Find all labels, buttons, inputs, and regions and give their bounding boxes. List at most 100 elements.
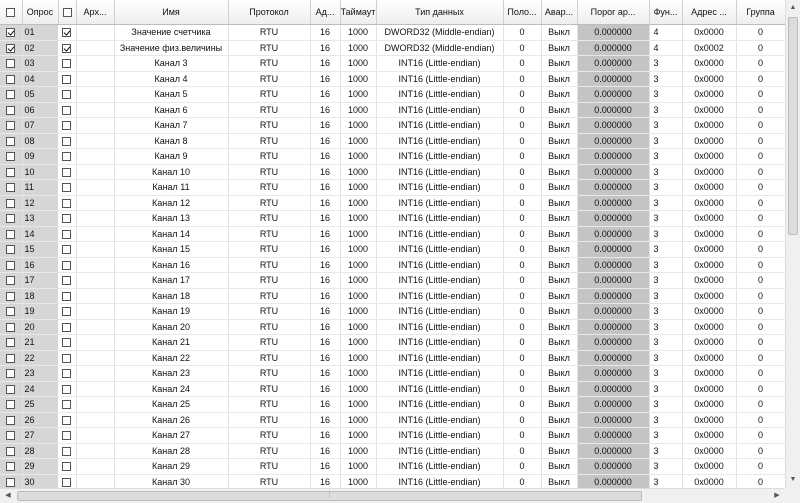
cell-threshold[interactable]: 0.000000 — [577, 241, 650, 258]
cell-group[interactable]: 0 — [736, 334, 785, 351]
cell-threshold[interactable]: 0.000000 — [577, 474, 650, 488]
cell-protocol[interactable]: RTU — [228, 272, 311, 289]
arrow-left-icon[interactable]: ◀ — [0, 489, 16, 503]
cell-archive-checkbox[interactable] — [58, 148, 77, 165]
archive-checkbox[interactable] — [62, 198, 72, 208]
cell-regaddr[interactable]: 0x0000 — [682, 71, 737, 87]
cell-alarm[interactable]: Выкл — [541, 164, 578, 180]
cell-function[interactable]: 3 — [649, 427, 683, 444]
cell-function[interactable]: 3 — [649, 195, 683, 211]
cell-archive-checkbox[interactable] — [58, 412, 77, 428]
cell-archive-checkbox[interactable] — [58, 117, 77, 134]
cell-threshold[interactable]: 0.000000 — [577, 288, 650, 304]
cell-timeout[interactable]: 1000 — [340, 396, 377, 413]
cell-protocol[interactable]: RTU — [228, 164, 311, 180]
cell-datatype[interactable]: INT16 (Little-endian) — [376, 381, 504, 397]
table-row[interactable]: 18 Канал 18 RTU 16 1000 INT16 (Little-endian)… — [0, 288, 785, 304]
archive-checkbox[interactable] — [62, 291, 72, 301]
poll-checkbox[interactable] — [6, 167, 16, 177]
cell-name[interactable]: Канал 28 — [114, 443, 229, 459]
cell-threshold[interactable]: 0.000000 — [577, 195, 650, 211]
cell-group[interactable]: 0 — [736, 319, 785, 335]
poll-checkbox[interactable] — [6, 90, 16, 100]
cell-threshold[interactable]: 0.000000 — [577, 24, 650, 41]
archive-checkbox[interactable] — [62, 431, 72, 441]
cell-threshold[interactable]: 0.000000 — [577, 40, 650, 56]
cell-address[interactable]: 16 — [310, 443, 341, 459]
cell-poll-checkbox[interactable] — [0, 427, 23, 444]
cell-position[interactable]: 0 — [503, 241, 542, 258]
cell-group[interactable]: 0 — [736, 55, 785, 72]
cell-group[interactable]: 0 — [736, 257, 785, 273]
cell-alarm[interactable]: Выкл — [541, 55, 578, 72]
cell-group[interactable]: 0 — [736, 24, 785, 41]
arrow-right-icon[interactable]: ▶ — [769, 489, 785, 503]
cell-name[interactable]: Канал 4 — [114, 71, 229, 87]
header-protocol[interactable]: Протокол — [228, 0, 311, 25]
cell-position[interactable]: 0 — [503, 71, 542, 87]
cell-threshold[interactable]: 0.000000 — [577, 86, 650, 103]
archive-checkbox[interactable] — [62, 400, 72, 410]
cell-timeout[interactable]: 1000 — [340, 210, 377, 227]
cell-archive-checkbox[interactable] — [58, 195, 77, 211]
poll-checkbox[interactable] — [6, 353, 16, 363]
cell-threshold[interactable]: 0.000000 — [577, 210, 650, 227]
cell-poll-checkbox[interactable] — [0, 179, 23, 196]
cell-function[interactable]: 3 — [649, 381, 683, 397]
cell-datatype[interactable]: INT16 (Little-endian) — [376, 133, 504, 149]
table-row[interactable]: 06 Канал 6 RTU 16 1000 INT16 (Little-endian) 0… — [0, 102, 785, 118]
poll-checkbox[interactable] — [6, 322, 16, 332]
cell-datatype[interactable]: INT16 (Little-endian) — [376, 164, 504, 180]
cell-threshold[interactable]: 0.000000 — [577, 179, 650, 196]
cell-address[interactable]: 16 — [310, 133, 341, 149]
cell-function[interactable]: 3 — [649, 148, 683, 165]
cell-timeout[interactable]: 1000 — [340, 350, 377, 366]
cell-alarm[interactable]: Выкл — [541, 350, 578, 366]
cell-regaddr[interactable]: 0x0000 — [682, 241, 737, 258]
cell-archive-checkbox[interactable] — [58, 86, 77, 103]
cell-address[interactable]: 16 — [310, 148, 341, 165]
poll-checkbox[interactable] — [6, 28, 16, 38]
header-regaddr[interactable]: Адрес ... — [682, 0, 737, 25]
cell-position[interactable]: 0 — [503, 210, 542, 227]
cell-function[interactable]: 3 — [649, 210, 683, 227]
cell-position[interactable]: 0 — [503, 272, 542, 289]
cell-datatype[interactable]: INT16 (Little-endian) — [376, 365, 504, 382]
cell-group[interactable]: 0 — [736, 474, 785, 488]
table-row[interactable]: 02 Значение физ.величины RTU 16 1000 DWORD32 … — [0, 40, 785, 56]
cell-protocol[interactable]: RTU — [228, 226, 311, 242]
cell-protocol[interactable]: RTU — [228, 195, 311, 211]
cell-name[interactable]: Канал 19 — [114, 303, 229, 320]
cell-position[interactable]: 0 — [503, 474, 542, 488]
cell-alarm[interactable]: Выкл — [541, 195, 578, 211]
cell-regaddr[interactable]: 0x0000 — [682, 381, 737, 397]
cell-threshold[interactable]: 0.000000 — [577, 164, 650, 180]
archive-checkbox[interactable] — [62, 121, 72, 131]
cell-timeout[interactable]: 1000 — [340, 257, 377, 273]
cell-datatype[interactable]: INT16 (Little-endian) — [376, 210, 504, 227]
cell-function[interactable]: 3 — [649, 55, 683, 72]
cell-protocol[interactable]: RTU — [228, 71, 311, 87]
cell-address[interactable]: 16 — [310, 412, 341, 428]
cell-regaddr[interactable]: 0x0000 — [682, 86, 737, 103]
cell-regaddr[interactable]: 0x0000 — [682, 412, 737, 428]
cell-function[interactable]: 3 — [649, 319, 683, 335]
cell-datatype[interactable]: INT16 (Little-endian) — [376, 179, 504, 196]
cell-threshold[interactable]: 0.000000 — [577, 381, 650, 397]
header-group[interactable]: Группа — [736, 0, 785, 25]
cell-group[interactable]: 0 — [736, 117, 785, 134]
poll-checkbox[interactable] — [6, 105, 16, 115]
cell-address[interactable]: 16 — [310, 164, 341, 180]
cell-group[interactable]: 0 — [736, 195, 785, 211]
poll-checkbox[interactable] — [6, 415, 16, 425]
archive-checkbox[interactable] — [62, 462, 72, 472]
cell-poll-checkbox[interactable] — [0, 241, 23, 258]
vertical-scrollbar[interactable]: ▲ ▼ — [785, 0, 800, 488]
cell-datatype[interactable]: INT16 (Little-endian) — [376, 412, 504, 428]
cell-timeout[interactable]: 1000 — [340, 117, 377, 134]
cell-group[interactable]: 0 — [736, 148, 785, 165]
cell-name[interactable]: Канал 18 — [114, 288, 229, 304]
cell-poll-checkbox[interactable] — [0, 102, 23, 118]
cell-poll-checkbox[interactable] — [0, 365, 23, 382]
cell-regaddr[interactable]: 0x0000 — [682, 427, 737, 444]
